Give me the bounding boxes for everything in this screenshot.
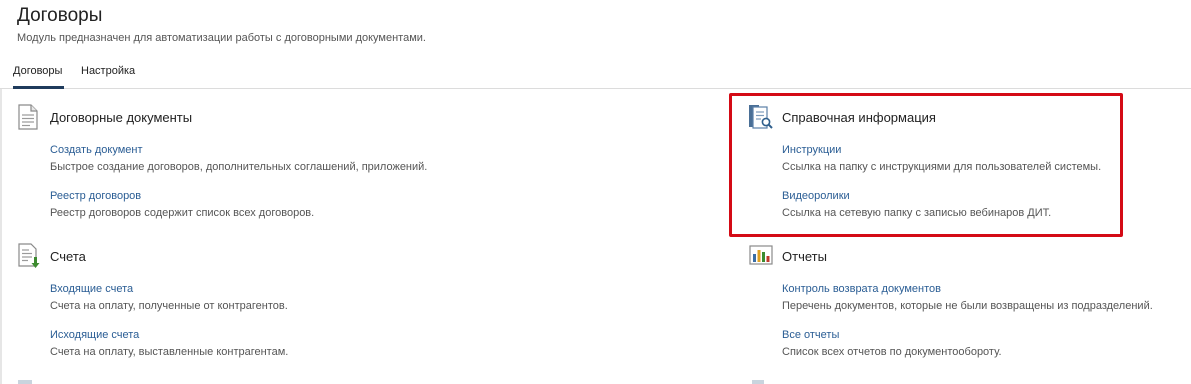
page-subtitle: Модуль предназначен для автоматизации ра… [17, 32, 426, 44]
create-document-link[interactable]: Создать документ [50, 144, 427, 156]
list-item: Контроль возврата документов Перечень до… [782, 283, 1153, 312]
item-description: Быстрое создание договоров, дополнительн… [50, 161, 428, 173]
tab-bar: Договоры Настройка [0, 62, 1191, 89]
item-description: Счета на оплату, выставленные контрагент… [50, 346, 289, 358]
page-title: Договоры [17, 5, 103, 26]
list-item: Все отчеты Список всех отчетов по докуме… [782, 329, 1002, 358]
contracts-registry-link[interactable]: Реестр договоров [50, 190, 314, 202]
left-scroll-edge [0, 89, 2, 384]
chart-icon [748, 243, 773, 269]
invoice-icon [16, 243, 40, 269]
list-item: Создать документ Быстрое создание догово… [50, 144, 427, 173]
list-item: Входящие счета Счета на оплату, полученн… [50, 283, 288, 312]
tab-settings[interactable]: Настройка [81, 62, 135, 86]
item-description: Реестр договоров содержит список всех до… [50, 207, 315, 219]
incoming-invoices-link[interactable]: Входящие счета [50, 283, 288, 295]
highlight-box [729, 93, 1123, 237]
next-section-icon-partial [752, 380, 764, 384]
list-item: Реестр договоров Реестр договоров содерж… [50, 190, 314, 219]
documents-return-control-link[interactable]: Контроль возврата документов [782, 283, 1153, 295]
tab-contracts[interactable]: Договоры [13, 62, 64, 89]
list-item: Исходящие счета Счета на оплату, выставл… [50, 329, 288, 358]
item-description: Список всех отчетов по документообороту. [782, 346, 1002, 358]
all-reports-link[interactable]: Все отчеты [782, 329, 1002, 341]
section-title: Договорные документы [50, 110, 193, 125]
section-title: Счета [50, 249, 86, 264]
document-icon [16, 104, 40, 130]
item-description: Перечень документов, которые не были воз… [782, 300, 1153, 312]
section-title: Отчеты [782, 249, 827, 264]
next-section-icon-partial [18, 380, 32, 384]
outgoing-invoices-link[interactable]: Исходящие счета [50, 329, 288, 341]
item-description: Счета на оплату, полученные от контраген… [50, 300, 288, 312]
